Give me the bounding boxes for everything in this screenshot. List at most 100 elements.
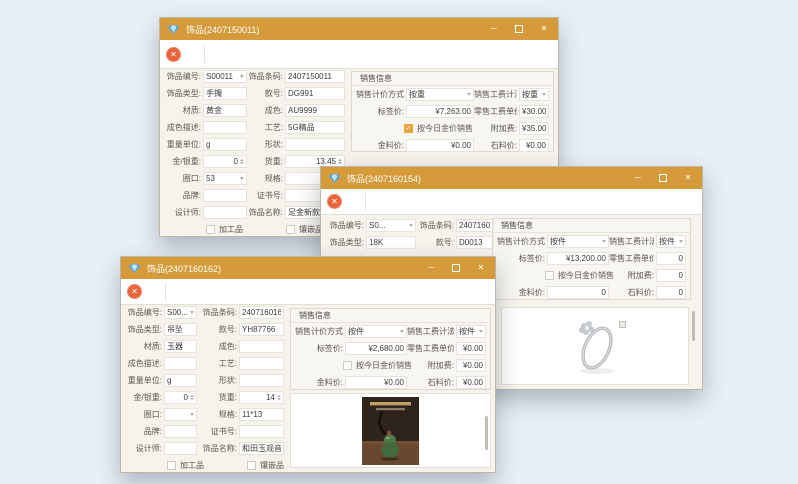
gold-weight-stepper[interactable]: 0: [164, 391, 197, 404]
surcharge-input[interactable]: ¥0.00: [456, 359, 486, 372]
cert-no-input[interactable]: [239, 425, 284, 438]
spec-input[interactable]: 11*13: [239, 408, 284, 421]
weight-unit-input[interactable]: g: [164, 374, 197, 387]
product-photo-panel: [501, 307, 689, 385]
style-no-input[interactable]: YH87766: [239, 323, 284, 336]
sheet-no-select[interactable]: S00...: [164, 306, 197, 319]
purity-desc-input[interactable]: [203, 121, 247, 134]
shape-input[interactable]: [239, 374, 284, 387]
fee-method-label: 销售工费计法:: [609, 237, 654, 246]
purity-input[interactable]: [239, 340, 284, 353]
pricing-method-select[interactable]: 按件: [547, 235, 609, 248]
gold-price-input[interactable]: ¥0.00: [345, 376, 407, 389]
style-no-label: 款号:: [435, 238, 454, 247]
sheet-no-select[interactable]: S00011: [203, 70, 247, 83]
inlaid-label: 镶嵌品: [260, 461, 284, 470]
spinner-icon[interactable]: [277, 395, 281, 400]
weight-unit-input[interactable]: g: [203, 138, 247, 151]
minimize-button[interactable]: ─: [425, 257, 437, 279]
today-gold-checkbox[interactable]: [343, 361, 352, 370]
style-no-input[interactable]: DG991: [285, 87, 345, 100]
barcode-input[interactable]: 2407160162: [239, 306, 284, 319]
cert-no-label: 证书号:: [210, 427, 237, 436]
maximize-button[interactable]: [513, 18, 525, 40]
retail-fee-input[interactable]: ¥30.00: [519, 105, 549, 118]
inlaid-checkbox[interactable]: [247, 461, 256, 470]
pricing-method-select[interactable]: 按件: [345, 325, 407, 338]
sheet-no-select[interactable]: S0...: [366, 219, 416, 232]
retail-fee-input[interactable]: 0: [656, 252, 686, 265]
maximize-button[interactable]: [450, 257, 462, 279]
item-name-label: 饰品名称:: [202, 444, 237, 453]
goods-weight-stepper[interactable]: 14: [239, 391, 284, 404]
titlebar[interactable]: 饰品(2407150011) ─ ✕: [160, 18, 558, 40]
barcode-input[interactable]: 2407150011: [285, 70, 345, 83]
minimize-button[interactable]: ─: [488, 18, 500, 40]
craft-input[interactable]: [239, 357, 284, 370]
material-input[interactable]: 黄金: [203, 104, 247, 117]
close-button[interactable]: ✕: [475, 257, 487, 279]
product-photo-panel: [290, 393, 491, 468]
brand-input[interactable]: [164, 425, 197, 438]
gold-price-input[interactable]: ¥0.00: [406, 139, 474, 152]
titlebar[interactable]: 饰品(2407160162) ─ ✕: [121, 257, 495, 279]
today-gold-label: 按今日金价销售: [356, 361, 412, 370]
sales-row: 按今日金价销售 附加费: ¥0.00: [291, 357, 490, 374]
tag-price-input[interactable]: ¥7,263.00: [406, 105, 474, 118]
spinner-icon[interactable]: [190, 395, 194, 400]
retail-fee-input[interactable]: ¥0.00: [456, 342, 486, 355]
stone-price-input[interactable]: ¥0.00: [519, 139, 549, 152]
processed-checkbox[interactable]: [167, 461, 176, 470]
surcharge-input[interactable]: 0: [656, 269, 686, 282]
type-input[interactable]: 18K: [366, 236, 416, 249]
type-input[interactable]: 吊坠: [164, 323, 197, 336]
material-input[interactable]: 玉器: [164, 340, 197, 353]
scrollbar-thumb[interactable]: [692, 311, 695, 341]
scrollbar-thumb[interactable]: [485, 416, 488, 450]
inlaid-checkbox[interactable]: [286, 225, 295, 234]
item-name-input[interactable]: 和田玉观音: [239, 442, 284, 455]
designer-input[interactable]: [164, 442, 197, 455]
toolbar-close-button[interactable]: ✕: [166, 46, 181, 62]
sales-info-panel: 销售信息 销售计价方式: 按重 销售工费计法: 按重 标签价: ¥7,263.0…: [351, 71, 554, 152]
toolbar-close-button[interactable]: ✕: [127, 284, 142, 299]
ring-size-select[interactable]: [164, 408, 197, 421]
goods-weight-label: 货重:: [264, 157, 283, 166]
today-gold-checkbox[interactable]: [545, 271, 554, 280]
barcode-input[interactable]: 24071601: [456, 219, 494, 232]
close-button[interactable]: ✕: [682, 167, 694, 189]
designer-input[interactable]: [203, 206, 247, 219]
ring-size-select[interactable]: 53: [203, 172, 247, 185]
fee-method-select[interactable]: 按件: [656, 235, 686, 248]
brand-input[interactable]: [203, 189, 247, 202]
close-button[interactable]: ✕: [538, 18, 550, 40]
minimize-button[interactable]: ─: [632, 167, 644, 189]
fee-method-select[interactable]: 按重: [519, 88, 549, 101]
gold-weight-stepper[interactable]: 0: [203, 155, 247, 168]
today-gold-checkbox[interactable]: ✓: [404, 124, 413, 133]
pricing-method-select[interactable]: 按重: [406, 88, 474, 101]
spinner-icon[interactable]: [338, 159, 342, 164]
fee-method-select[interactable]: 按件: [456, 325, 486, 338]
craft-input[interactable]: 5G精品: [285, 121, 345, 134]
style-no-input[interactable]: D0013: [456, 236, 494, 249]
type-input[interactable]: 手镯: [203, 87, 247, 100]
tag-price-input[interactable]: ¥2,680.00: [345, 342, 407, 355]
toolbar-close-button[interactable]: ✕: [327, 194, 342, 209]
purity-input[interactable]: AU9999: [285, 104, 345, 117]
pricing-method-label: 销售计价方式:: [295, 327, 343, 336]
gold-price-input[interactable]: 0: [547, 286, 609, 299]
maximize-button[interactable]: [657, 167, 669, 189]
processed-checkbox[interactable]: [206, 225, 215, 234]
maximize-icon: [452, 263, 460, 272]
shape-input[interactable]: [285, 138, 345, 151]
stone-price-input[interactable]: ¥0.00: [456, 376, 486, 389]
designer-label: 设计师:: [174, 208, 201, 217]
titlebar[interactable]: 饰品(2407160154) ─ ✕: [321, 167, 702, 189]
stone-price-input[interactable]: 0: [656, 286, 686, 299]
purity-desc-input[interactable]: [164, 357, 197, 370]
surcharge-input[interactable]: ¥35.00: [519, 122, 549, 135]
cert-no-label: 证书号:: [256, 191, 283, 200]
spinner-icon[interactable]: [240, 159, 244, 164]
tag-price-input[interactable]: ¥13,200.00: [547, 252, 609, 265]
